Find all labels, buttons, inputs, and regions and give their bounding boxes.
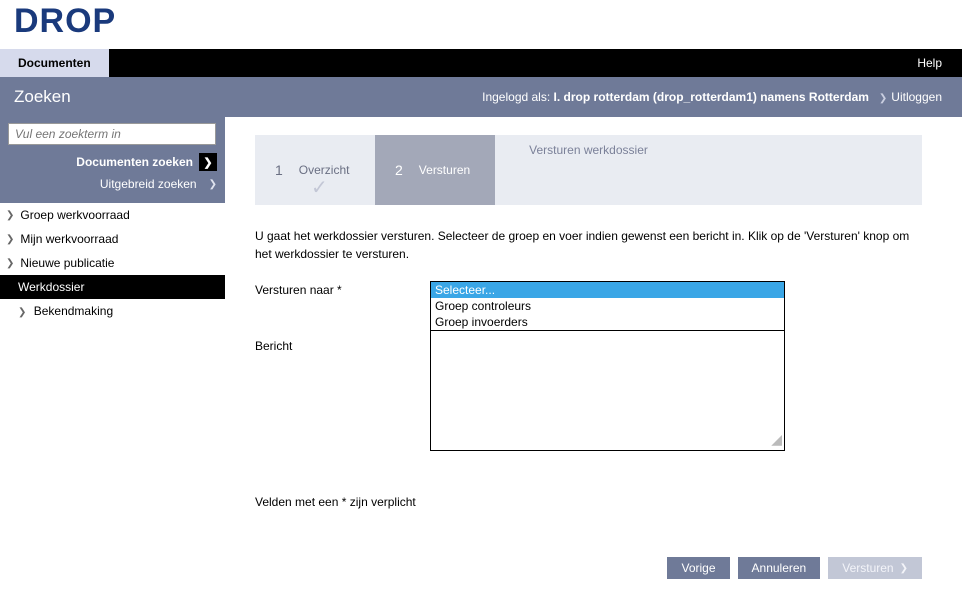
documenten-zoeken-link[interactable]: Documenten zoeken ❯ bbox=[0, 149, 225, 173]
step-number: 1 bbox=[275, 162, 283, 178]
select-option-controleurs[interactable]: Groep controleurs bbox=[431, 298, 784, 314]
bericht-textarea[interactable] bbox=[431, 331, 784, 450]
instruction-text: U gaat het werkdossier versturen. Select… bbox=[255, 227, 922, 263]
logout-link[interactable]: ❯ Uitloggen bbox=[879, 90, 942, 104]
versturen-label: Versturen bbox=[842, 561, 893, 575]
go-icon[interactable]: ❯ bbox=[199, 153, 217, 171]
send-to-select[interactable]: Selecteer... Groep controleurs Groep inv… bbox=[430, 281, 785, 331]
chevron-right-icon: ❯ bbox=[6, 234, 14, 245]
logged-user: I. drop rotterdam (drop_rotterdam1) name… bbox=[554, 90, 869, 104]
logout-label: Uitloggen bbox=[891, 90, 942, 104]
bericht-textarea-wrap: ◢ bbox=[430, 331, 785, 451]
sidebar-item-label: Mijn werkvoorraad bbox=[20, 232, 118, 246]
uitgebreid-zoeken-link[interactable]: Uitgebreid zoeken ❯ bbox=[0, 173, 225, 193]
sidebar-sub-bekendmaking[interactable]: ❯ Bekendmaking bbox=[0, 299, 225, 323]
versturen-button: Versturen ❯ bbox=[828, 557, 922, 579]
uitgebreid-zoeken-label: Uitgebreid zoeken bbox=[100, 177, 197, 191]
nav-tab-documenten[interactable]: Documenten bbox=[0, 49, 109, 77]
wizard: Versturen werkdossier 1 Overzicht ✓ 2 Ve… bbox=[255, 135, 922, 205]
select-option-selecteer[interactable]: Selecteer... bbox=[431, 282, 784, 298]
step-number: 2 bbox=[395, 162, 403, 178]
chevron-right-icon: ❯ bbox=[18, 307, 26, 318]
bericht-label: Bericht bbox=[255, 337, 430, 353]
chevron-right-icon: ❯ bbox=[879, 93, 887, 104]
sidebar-item-label: Groep werkvoorraad bbox=[20, 208, 129, 222]
sidebar-search: Documenten zoeken ❯ Uitgebreid zoeken ❯ bbox=[0, 117, 225, 203]
navbar: Documenten Help bbox=[0, 49, 962, 77]
required-note: Velden met een * zijn verplicht bbox=[255, 495, 922, 509]
documenten-zoeken-label: Documenten zoeken bbox=[76, 155, 193, 169]
header: DROP bbox=[0, 0, 962, 49]
navbar-right: Help bbox=[109, 49, 962, 77]
annuleren-button[interactable]: Annuleren bbox=[738, 557, 821, 579]
sidebar-item-label: Werkdossier bbox=[18, 280, 84, 294]
subbar: Zoeken Ingelogd als: I. drop rotterdam (… bbox=[0, 77, 962, 117]
sidebar-item-nieuwe-publicatie[interactable]: ❯ Nieuwe publicatie bbox=[0, 251, 225, 275]
body: Documenten zoeken ❯ Uitgebreid zoeken ❯ … bbox=[0, 117, 962, 609]
sidebar-item-label: Nieuwe publicatie bbox=[20, 256, 114, 270]
button-row: Vorige Annuleren Versturen ❯ bbox=[255, 557, 922, 579]
help-link[interactable]: Help bbox=[917, 56, 942, 70]
sidebar-item-mijn-werkvoorraad[interactable]: ❯ Mijn werkvoorraad bbox=[0, 227, 225, 251]
sidebar-col: Documenten zoeken ❯ Uitgebreid zoeken ❯ … bbox=[0, 117, 225, 323]
sidebar-item-groep-werkvoorraad[interactable]: ❯ Groep werkvoorraad bbox=[0, 203, 225, 227]
chevron-right-icon: ❯ bbox=[6, 210, 14, 221]
check-icon: ✓ bbox=[311, 175, 328, 200]
step-label: Versturen bbox=[419, 163, 470, 177]
chevron-right-icon: ❯ bbox=[6, 258, 14, 269]
app-logo: DROP bbox=[14, 2, 948, 41]
chevron-right-icon: ❯ bbox=[209, 179, 217, 190]
send-to-label: Versturen naar * bbox=[255, 281, 430, 297]
sidebar-sub-werkdossier[interactable]: Werkdossier bbox=[0, 275, 225, 299]
select-option-invoerders[interactable]: Groep invoerders bbox=[431, 314, 784, 330]
search-input[interactable] bbox=[8, 123, 216, 145]
vorige-button[interactable]: Vorige bbox=[667, 557, 729, 579]
main-content: Versturen werkdossier 1 Overzicht ✓ 2 Ve… bbox=[225, 117, 962, 609]
subbar-right: Ingelogd als: I. drop rotterdam (drop_ro… bbox=[482, 90, 942, 104]
wizard-step-1[interactable]: 1 Overzicht ✓ bbox=[255, 135, 375, 205]
logged-prefix: Ingelogd als: bbox=[482, 90, 550, 104]
sidebar-nav: ❯ Groep werkvoorraad ❯ Mijn werkvoorraad… bbox=[0, 203, 225, 323]
sidebar-item-label: Bekendmaking bbox=[34, 304, 113, 318]
chevron-right-icon: ❯ bbox=[900, 563, 908, 574]
logged-in-text: Ingelogd als: I. drop rotterdam (drop_ro… bbox=[482, 90, 869, 104]
page-title: Zoeken bbox=[14, 87, 71, 107]
